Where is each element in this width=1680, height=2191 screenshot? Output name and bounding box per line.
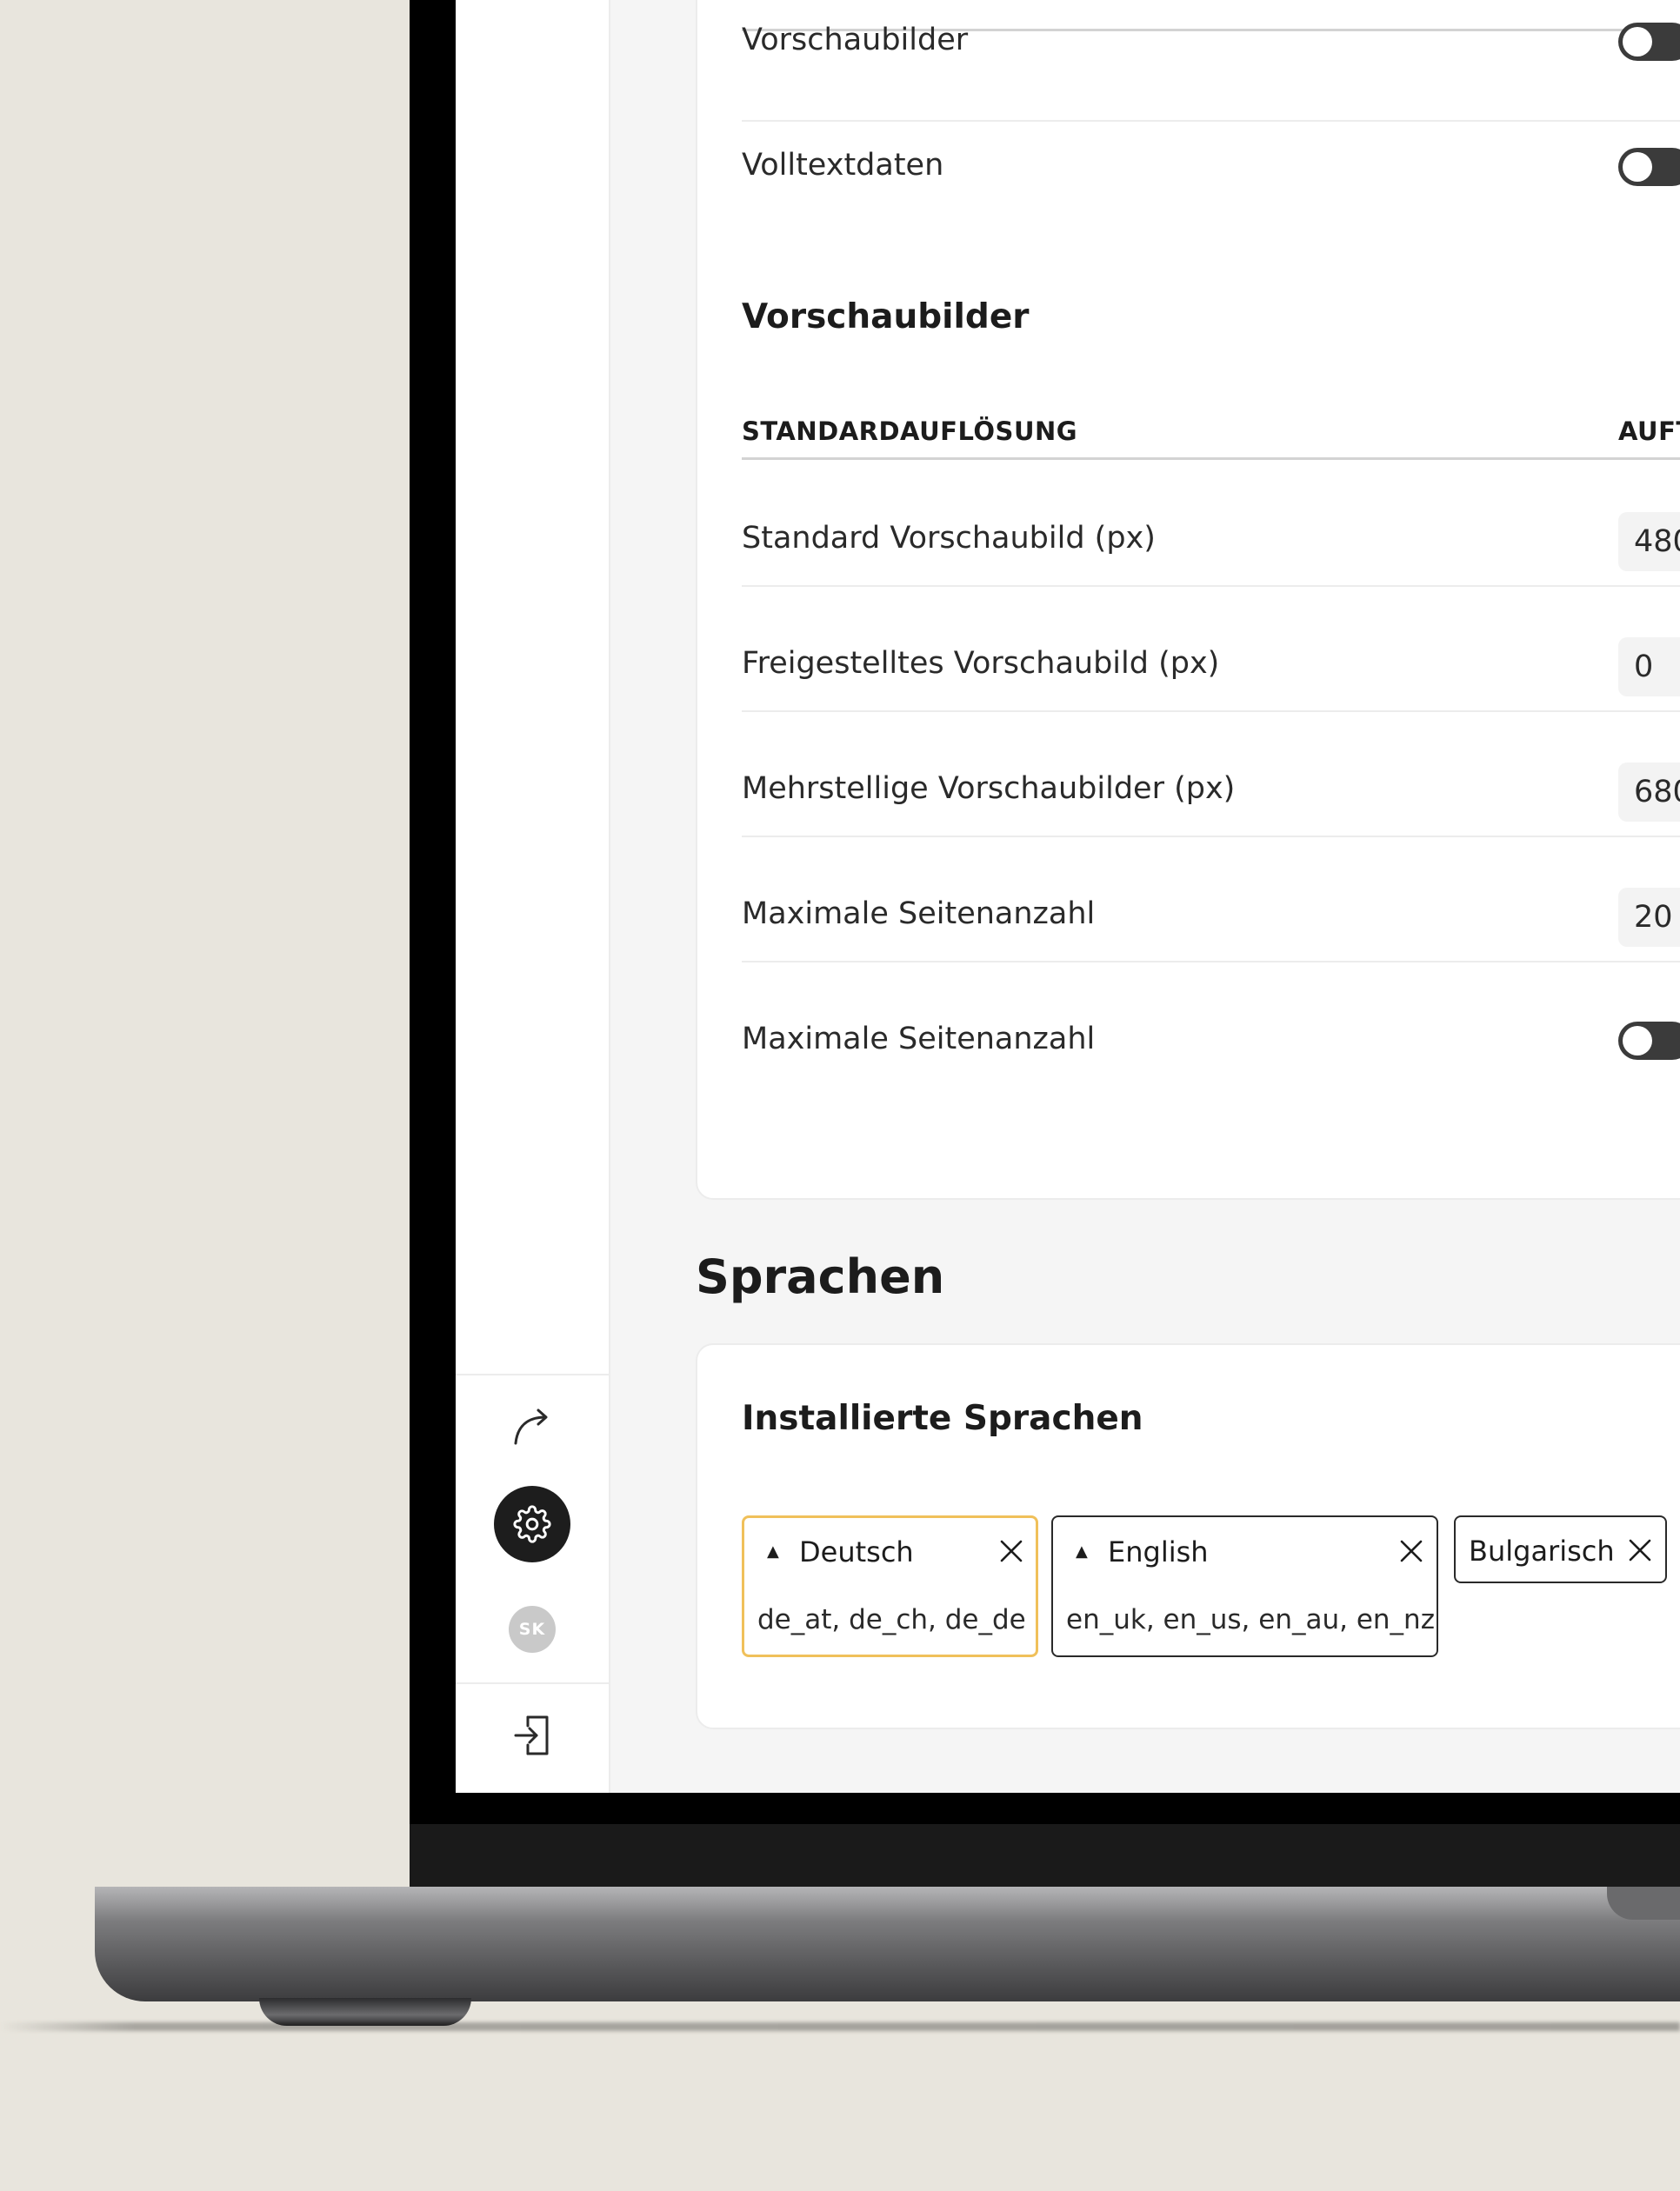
logout-icon[interactable] (508, 1711, 557, 1760)
row-label: Volltextdaten (742, 148, 944, 183)
settings-gear-button[interactable] (494, 1486, 570, 1562)
laptop-base-notch (1607, 1887, 1680, 1920)
avatar-initials: SK (518, 1620, 546, 1639)
toggle-volltextdaten[interactable] (1618, 148, 1680, 186)
row-label: Standard Vorschaubild (px) (742, 521, 1156, 556)
chip-locale-codes: en_uk, en_us, en_au, en_nz (1066, 1604, 1435, 1635)
chip-name: English (1108, 1535, 1209, 1568)
section-title: Vorschaubilder (742, 297, 1030, 336)
row-divider (742, 836, 1680, 837)
standard-thumbnail-input[interactable] (1618, 512, 1680, 571)
close-icon[interactable] (1397, 1537, 1425, 1565)
row-label: Mehrstellige Vorschaubilder (px) (742, 771, 1236, 806)
caret-up-icon[interactable]: ▲ (767, 1542, 779, 1561)
languages-card: Installierte Sprachen ▲ Deutsch de_at, d… (696, 1343, 1680, 1729)
row-divider (742, 457, 1680, 460)
row-label: Vorschaubilder (742, 23, 969, 57)
row-divider (742, 961, 1680, 962)
sidebar: SK (456, 0, 610, 1793)
avatar[interactable]: SK (509, 1606, 556, 1653)
laptop-base (95, 1887, 1680, 2001)
app-screen: SK Vorschaubilder Volltextdaten Vorschau… (456, 0, 1680, 1793)
toggle-knob (1623, 27, 1652, 57)
toggle-knob (1623, 1026, 1652, 1056)
column-header: STANDARDAUFLÖSUNG (742, 416, 1078, 446)
caret-up-icon[interactable]: ▲ (1076, 1542, 1088, 1561)
sidebar-divider (456, 1374, 609, 1375)
section-title-sprachen: Sprachen (696, 1249, 945, 1304)
card-title: Installierte Sprachen (742, 1399, 1143, 1438)
close-icon[interactable] (1626, 1536, 1654, 1564)
gear-icon (513, 1505, 551, 1543)
chip-locale-codes: de_at, de_ch, de_de (757, 1604, 1026, 1635)
toggle-knob (1623, 152, 1652, 182)
laptop-bezel-bottom (410, 1824, 1680, 1887)
language-chip-bulgarisch[interactable]: Bulgarisch (1454, 1515, 1667, 1583)
settings-card: Vorschaubilder Volltextdaten Vorschaubil… (696, 0, 1680, 1200)
row-label: Freigestelltes Vorschaubild (px) (742, 646, 1220, 681)
chip-name: Bulgarisch (1469, 1535, 1615, 1568)
row-divider (742, 710, 1680, 712)
max-pages-input[interactable] (1618, 888, 1680, 947)
column-header: AUFTRÄGE (1618, 416, 1680, 446)
row-label: Maximale Seitenanzahl (742, 896, 1096, 931)
sidebar-divider (456, 1682, 609, 1684)
language-chip-deutsch[interactable]: ▲ Deutsch de_at, de_ch, de_de (742, 1515, 1038, 1657)
row-divider (742, 120, 1680, 122)
toggle-vorschaubilder[interactable] (1618, 23, 1680, 61)
chip-name: Deutsch (799, 1535, 914, 1568)
multi-thumbnail-input[interactable] (1618, 763, 1680, 822)
toggle-max-pages[interactable] (1618, 1022, 1680, 1060)
share-icon[interactable] (508, 1402, 557, 1451)
row-label: Maximale Seitenanzahl (742, 1022, 1096, 1056)
laptop-shadow (0, 2022, 1680, 2031)
row-divider (742, 585, 1680, 587)
cutout-thumbnail-input[interactable] (1618, 637, 1680, 696)
close-icon[interactable] (997, 1537, 1025, 1565)
language-chip-english[interactable]: ▲ English en_uk, en_us, en_au, en_nz (1051, 1515, 1438, 1657)
